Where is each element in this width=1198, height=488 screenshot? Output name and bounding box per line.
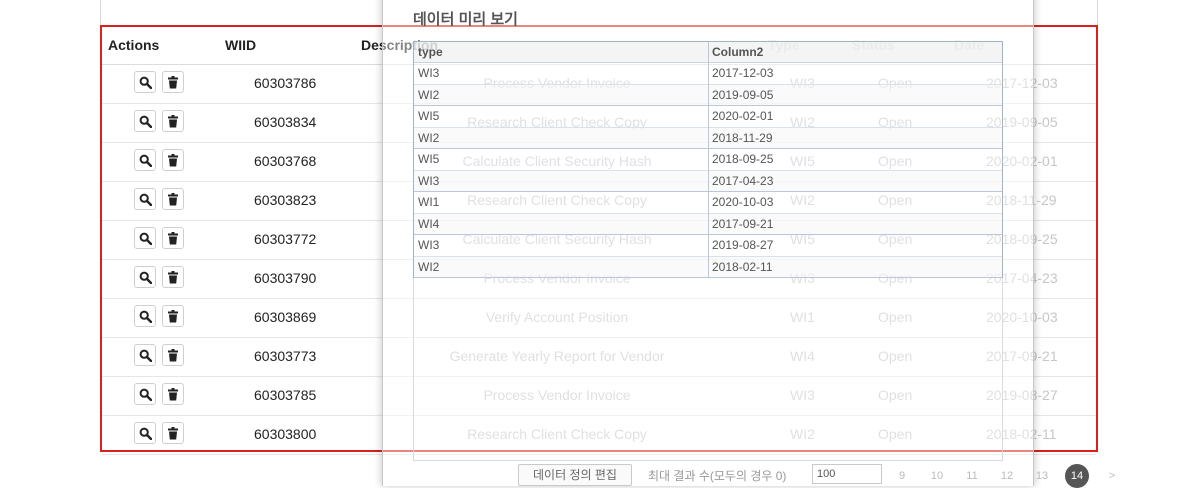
view-button[interactable] bbox=[134, 227, 156, 249]
next-page-button[interactable]: > bbox=[1100, 464, 1124, 488]
data-preview-modal: 데이터 미리 보기 type Column2 WI3 2017-12-03 WI2 2… bbox=[382, 0, 1115, 488]
preview-cell-type: WI3 bbox=[418, 173, 440, 188]
delete-button[interactable] bbox=[162, 71, 184, 93]
preview-cell-type: WI2 bbox=[418, 87, 440, 102]
trash-icon bbox=[168, 270, 178, 283]
search-icon bbox=[139, 427, 152, 440]
preview-column-divider bbox=[708, 42, 709, 277]
trash-icon bbox=[168, 348, 178, 361]
trash-icon bbox=[168, 75, 178, 88]
delete-button[interactable] bbox=[162, 383, 184, 405]
view-button[interactable] bbox=[134, 110, 156, 132]
cell-wiid: 60303785 bbox=[254, 387, 317, 403]
preview-cell-date: 2019-09-05 bbox=[712, 87, 774, 102]
preview-cell-date: 2017-04-23 bbox=[712, 173, 774, 188]
preview-column-2: Column2 bbox=[712, 45, 764, 59]
view-button[interactable] bbox=[134, 383, 156, 405]
preview-cell-date: 2018-09-25 bbox=[712, 152, 774, 166]
page-button[interactable]: 14 bbox=[1065, 464, 1089, 488]
page-button[interactable]: 12 bbox=[995, 464, 1019, 488]
view-button[interactable] bbox=[134, 149, 156, 171]
edit-data-definition-button[interactable]: 데이터 정의 편집 bbox=[518, 464, 632, 486]
page-button[interactable]: 10 bbox=[925, 464, 949, 488]
search-icon bbox=[139, 388, 152, 401]
preview-cell-type: WI5 bbox=[418, 152, 440, 166]
preview-cell-date: 2020-02-01 bbox=[712, 109, 774, 123]
preview-cell-type: WI5 bbox=[418, 109, 440, 123]
page-button[interactable]: 9 bbox=[890, 464, 914, 488]
search-icon bbox=[139, 193, 152, 206]
search-icon bbox=[139, 76, 152, 89]
max-results-input[interactable]: 100 bbox=[812, 464, 882, 484]
header-actions[interactable]: Actions bbox=[108, 37, 159, 53]
page-button[interactable]: 13 bbox=[1030, 464, 1054, 488]
view-button[interactable] bbox=[134, 344, 156, 366]
preview-cell-date: 2017-12-03 bbox=[712, 66, 774, 80]
preview-cell-date: 2018-11-29 bbox=[712, 130, 773, 145]
preview-cell-type: WI3 bbox=[418, 66, 440, 80]
preview-column-type: type bbox=[418, 45, 443, 59]
header-wiid[interactable]: WIID bbox=[225, 37, 256, 53]
trash-icon bbox=[168, 153, 178, 166]
trash-icon bbox=[168, 192, 178, 205]
preview-cell-date: 2020-10-03 bbox=[712, 195, 774, 209]
page-edge-left bbox=[100, 0, 101, 25]
trash-icon bbox=[168, 387, 178, 400]
preview-cell-date: 2018-02-11 bbox=[712, 259, 773, 274]
preview-table: type Column2 WI3 2017-12-03 WI2 2019-09-05 W… bbox=[413, 41, 1003, 278]
view-button[interactable] bbox=[134, 71, 156, 93]
preview-cell-date: 2017-09-21 bbox=[712, 216, 774, 231]
delete-button[interactable] bbox=[162, 344, 184, 366]
delete-button[interactable] bbox=[162, 266, 184, 288]
cell-wiid: 60303768 bbox=[254, 153, 317, 169]
cell-wiid: 60303790 bbox=[254, 270, 317, 286]
preview-cell-date: 2019-08-27 bbox=[712, 238, 774, 252]
preview-cell-type: WI1 bbox=[418, 195, 440, 209]
preview-cell-type: WI4 bbox=[418, 216, 440, 231]
modal-title: 데이터 미리 보기 bbox=[413, 11, 518, 28]
delete-button[interactable] bbox=[162, 149, 184, 171]
view-button[interactable] bbox=[134, 305, 156, 327]
cell-wiid: 60303800 bbox=[254, 426, 317, 442]
preview-cell-type: WI3 bbox=[418, 238, 440, 252]
view-button[interactable] bbox=[134, 422, 156, 444]
cell-wiid: 60303869 bbox=[254, 309, 317, 325]
search-icon bbox=[139, 232, 152, 245]
trash-icon bbox=[168, 114, 178, 127]
page-edge-right bbox=[1097, 0, 1098, 25]
search-icon bbox=[139, 271, 152, 284]
search-icon bbox=[139, 154, 152, 167]
view-button[interactable] bbox=[134, 188, 156, 210]
cell-wiid: 60303823 bbox=[254, 192, 317, 208]
search-icon bbox=[139, 349, 152, 362]
trash-icon bbox=[168, 309, 178, 322]
search-icon bbox=[139, 310, 152, 323]
preview-cell-type: WI2 bbox=[418, 130, 440, 145]
trash-icon bbox=[168, 426, 178, 439]
delete-button[interactable] bbox=[162, 422, 184, 444]
delete-button[interactable] bbox=[162, 305, 184, 327]
cell-wiid: 60303786 bbox=[254, 75, 317, 91]
delete-button[interactable] bbox=[162, 188, 184, 210]
delete-button[interactable] bbox=[162, 110, 184, 132]
page-button[interactable]: 11 bbox=[960, 464, 984, 488]
preview-cell-type: WI2 bbox=[418, 259, 440, 274]
delete-button[interactable] bbox=[162, 227, 184, 249]
cell-wiid: 60303772 bbox=[254, 231, 317, 247]
cell-wiid: 60303834 bbox=[254, 114, 317, 130]
trash-icon bbox=[168, 231, 178, 244]
cell-wiid: 60303773 bbox=[254, 348, 317, 364]
view-button[interactable] bbox=[134, 266, 156, 288]
search-icon bbox=[139, 115, 152, 128]
max-results-label: 최대 결과 수(모두의 경우 0) bbox=[648, 469, 787, 483]
